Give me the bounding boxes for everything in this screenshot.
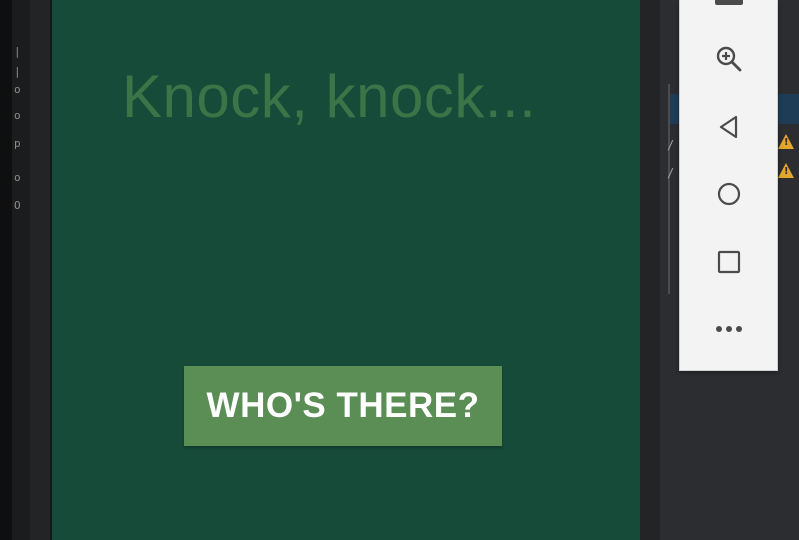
back-button[interactable] — [680, 100, 777, 154]
app-screen: Knock, knock... WHO'S THERE? — [52, 0, 640, 540]
ide-gutter — [0, 0, 12, 540]
gutter-mark: o — [14, 83, 21, 96]
desktop: | | o o p o O Knock, knock... WHO'S THER… — [0, 0, 799, 540]
zoom-button[interactable] — [680, 32, 777, 86]
more-dots-icon — [715, 326, 742, 332]
screenshot-button[interactable] — [680, 0, 777, 24]
gutter-mark: O — [14, 199, 21, 212]
zoom-in-icon — [716, 46, 741, 72]
warning-icon[interactable]: ! — [778, 134, 794, 149]
more-button[interactable] — [680, 302, 777, 356]
warning-icon[interactable]: ! — [778, 163, 794, 178]
device-bezel-right — [640, 0, 660, 540]
gutter-mark: | — [14, 65, 21, 78]
home-button[interactable] — [680, 167, 777, 221]
headline-text: Knock, knock... — [122, 63, 537, 130]
home-circle-icon — [717, 182, 740, 206]
ide-text-fragment: / — [667, 138, 675, 152]
overview-square-icon — [717, 250, 740, 274]
gutter-mark: o — [14, 109, 21, 122]
gutter-mark: p — [14, 137, 21, 150]
ide-text-fragment: / — [667, 166, 675, 180]
back-triangle-icon — [719, 115, 737, 139]
device-bezel-left — [30, 0, 50, 540]
ide-divider — [668, 84, 670, 294]
camera-icon — [714, 0, 743, 5]
warning-mark: ! — [784, 166, 789, 177]
ide-left-strip: | | o o p o O — [0, 0, 30, 540]
whos-there-button[interactable]: WHO'S THERE? — [184, 366, 502, 446]
emulator-toolbar — [679, 0, 778, 371]
overview-button[interactable] — [680, 235, 777, 289]
gutter-mark: o — [14, 171, 21, 184]
gutter-mark: | — [14, 45, 21, 58]
warning-mark: ! — [784, 137, 789, 148]
